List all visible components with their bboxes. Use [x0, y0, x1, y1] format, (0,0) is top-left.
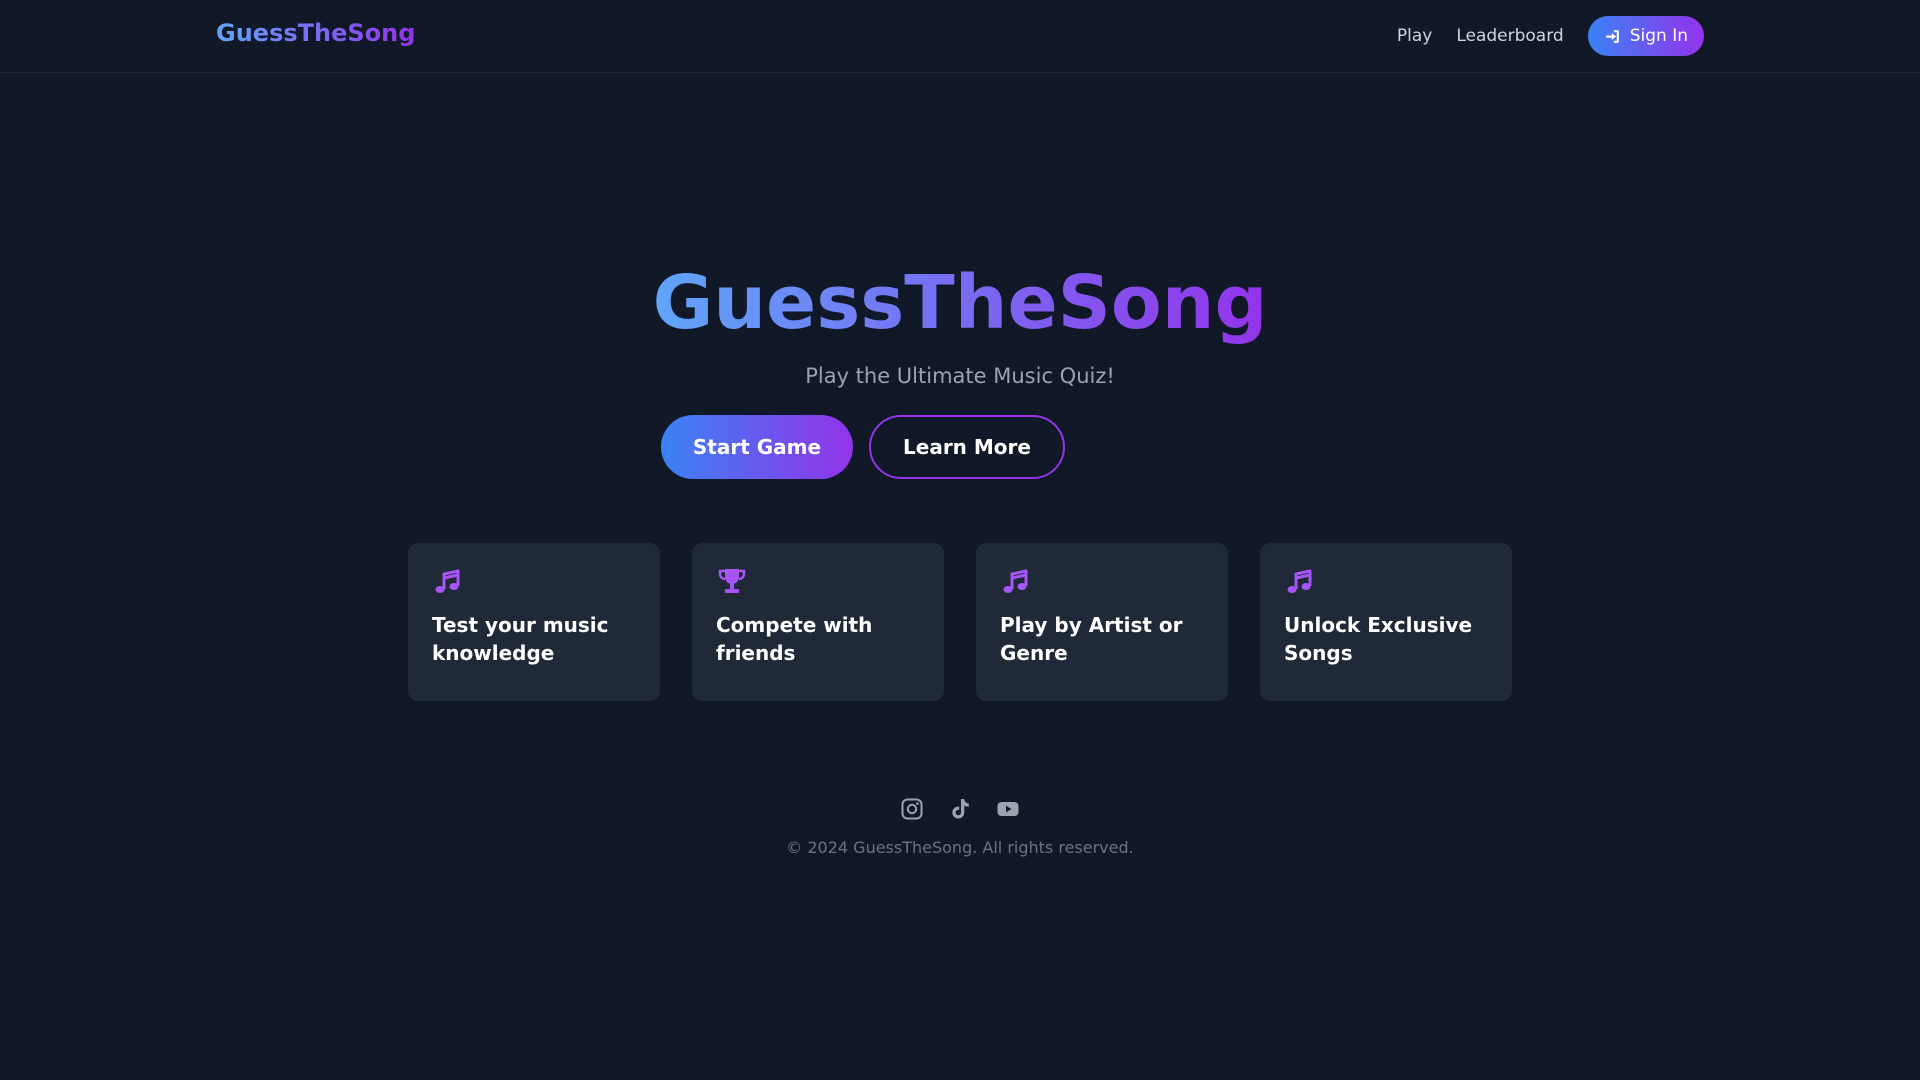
nav-links: Play Leaderboard Sign In	[1397, 16, 1704, 56]
feature-card-artist-genre: Play by Artist or Genre	[976, 543, 1228, 701]
feature-title: Unlock Exclusive Songs	[1284, 613, 1473, 665]
sign-in-button[interactable]: Sign In	[1587, 16, 1704, 56]
hero-subtitle: Play the Ultimate Music Quiz!	[805, 364, 1115, 388]
youtube-icon[interactable]	[996, 797, 1020, 821]
tiktok-icon[interactable]	[948, 797, 972, 821]
learn-more-button[interactable]: Learn More	[869, 415, 1065, 479]
sign-in-icon	[1605, 29, 1619, 43]
nav-link-leaderboard[interactable]: Leaderboard	[1456, 26, 1563, 46]
music-note-icon	[1287, 569, 1312, 593]
hero-title: GuessTheSong	[0, 258, 1920, 348]
brand-logo[interactable]: GuessTheSong	[216, 19, 415, 47]
feature-title: Compete with friends	[716, 613, 873, 665]
social-links	[0, 797, 1920, 821]
feature-card-exclusive: Unlock Exclusive Songs	[1260, 543, 1512, 701]
feature-title: Play by Artist or Genre	[1000, 613, 1183, 665]
instagram-icon[interactable]	[900, 797, 924, 821]
start-game-button[interactable]: Start Game	[661, 415, 853, 479]
features-grid: Test your music knowledge Compete with f…	[408, 543, 1512, 701]
feature-card-compete: Compete with friends	[692, 543, 944, 701]
music-note-icon	[1003, 569, 1028, 593]
copyright-text: © 2024 GuessTheSong. All rights reserved…	[786, 838, 1134, 857]
nav-link-play[interactable]: Play	[1397, 26, 1432, 46]
top-navbar: GuessTheSong Play Leaderboard Sign In	[0, 0, 1920, 73]
hero-title-text: GuessTheSong	[652, 260, 1268, 346]
feature-card-knowledge: Test your music knowledge	[408, 543, 660, 701]
sign-in-label: Sign In	[1629, 26, 1688, 46]
trophy-icon	[718, 569, 746, 593]
feature-title: Test your music knowledge	[432, 613, 609, 665]
music-note-icon	[435, 569, 460, 593]
